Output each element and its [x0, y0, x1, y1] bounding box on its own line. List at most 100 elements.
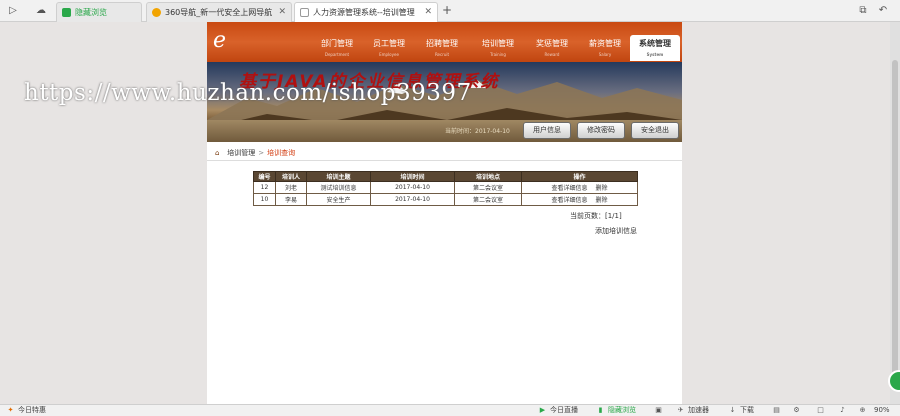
sidebar-toggle-icon[interactable]: ▷: [6, 4, 20, 18]
nav-sub-label: Department: [324, 52, 350, 57]
scrollbar[interactable]: [890, 22, 900, 404]
nav-label: 系统管理: [639, 39, 671, 48]
add-training-link[interactable]: 添加培训信息: [595, 226, 637, 236]
app-toolbar: 当前时间：2017-04-10 用户信息 修改密码 安全退出: [207, 120, 682, 142]
incognito-icon: ▮: [598, 406, 603, 414]
nav-sub-label: System: [646, 52, 664, 57]
column-header: 培训主题: [306, 171, 371, 182]
status-download[interactable]: 下载: [740, 405, 754, 416]
nav-label: 员工管理: [373, 39, 405, 48]
accelerator-icon: ✈: [677, 406, 684, 414]
nav-system[interactable]: 系统管理 System: [630, 35, 680, 61]
breadcrumb-parent[interactable]: 培训管理: [227, 149, 255, 157]
window-icon[interactable]: □: [816, 406, 825, 415]
status-incognito[interactable]: 隐藏浏览: [608, 405, 636, 416]
nav-sub-label: Salary: [598, 52, 612, 57]
close-icon[interactable]: ✕: [424, 3, 432, 22]
cell-place: 第二会议室: [454, 181, 522, 194]
nav-label: 奖惩管理: [536, 39, 568, 48]
nav-employee[interactable]: 员工管理 Employee: [364, 35, 414, 61]
view-detail-link[interactable]: 查看详细信息: [551, 185, 587, 192]
nav-sub-label: Reward: [544, 52, 560, 57]
tab-360-nav[interactable]: 360导航_新一代安全上网导航 ✕: [146, 2, 292, 22]
divider: [207, 160, 682, 161]
cell-actions: 查看详细信息 删除: [521, 193, 638, 206]
watermark-text: https://www.huzhan.com/ishop39397: [24, 80, 472, 106]
tab-title: 人力资源管理系统--培训管理: [313, 8, 415, 17]
column-header: 操作: [521, 171, 638, 182]
360-icon: [152, 8, 161, 17]
zoom-icon[interactable]: ⊕: [858, 406, 867, 415]
live-icon: ▶: [539, 406, 546, 414]
app-logo: e: [213, 28, 227, 53]
cell-actions: 查看详细信息 删除: [521, 181, 638, 194]
nav-label: 薪资管理: [589, 39, 621, 48]
cell-id: 10: [253, 193, 276, 206]
tab-incognito[interactable]: 隐藏浏览: [56, 2, 142, 22]
table-row: 10 李易 安全生产 2017-04-10 第二会议室 查看详细信息 删除: [253, 193, 638, 206]
cell-time: 2017-04-10: [370, 193, 455, 206]
training-table: 编号 培训人 培训主题 培训时间 培训地点 操作 12 刘老 测试培训信息 20…: [253, 171, 638, 206]
delete-link[interactable]: 删除: [596, 197, 608, 204]
page-icon: [300, 8, 309, 17]
scrollbar-thumb[interactable]: [892, 60, 898, 380]
current-date: 当前时间：2017-04-10: [445, 128, 510, 135]
column-header: 培训时间: [370, 171, 455, 182]
table-header-row: 编号 培训人 培训主题 培训时间 培训地点 操作: [253, 171, 638, 182]
new-tab-icon[interactable]: +: [440, 3, 454, 17]
nav-sub-label: Recruit: [434, 52, 450, 57]
browser-statusbar: ✦ 今日特惠 ▶ 今日直播 ▮ 隐藏浏览 ▣ ✈ 加速器 ↓ 下载 ▤ ⚙ □ …: [0, 404, 900, 416]
tab-title: 360导航_新一代安全上网导航: [165, 8, 273, 17]
app-header: e 部门管理 Department 员工管理 Employee 招聘管理 Recrui…: [207, 22, 682, 62]
nav-label: 招聘管理: [426, 39, 458, 48]
column-header: 培训地点: [454, 171, 522, 182]
download-icon: ↓: [729, 406, 736, 414]
screenshot-icon[interactable]: ▣: [654, 406, 663, 415]
breadcrumb: ⌂ 培训管理 > 培训查询: [215, 146, 295, 160]
restore-window-icon[interactable]: ⧉: [856, 4, 870, 18]
cell-topic: 安全生产: [306, 193, 371, 206]
status-accelerator[interactable]: 加速器: [688, 405, 709, 416]
tab-hr-system[interactable]: 人力资源管理系统--培训管理 ✕: [294, 2, 438, 22]
change-password-button[interactable]: 修改密码: [577, 122, 625, 139]
cell-person: 李易: [275, 193, 307, 206]
nav-sub-label: Training: [490, 52, 506, 57]
undo-icon[interactable]: ↶: [876, 4, 890, 18]
cell-time: 2017-04-10: [370, 181, 455, 194]
column-header: 编号: [253, 171, 276, 182]
nav-salary[interactable]: 薪资管理 Salary: [580, 35, 630, 61]
cell-topic: 测试培训信息: [306, 181, 371, 194]
nav-reward[interactable]: 奖惩管理 Reward: [527, 35, 577, 61]
nav-training[interactable]: 培训管理 Training: [473, 35, 523, 61]
nav-label: 培训管理: [482, 39, 514, 48]
browser-tabbar: ▷ ☁ 隐藏浏览 360导航_新一代安全上网导航 ✕ 人力资源管理系统--培训管…: [0, 0, 900, 22]
nav-recruit[interactable]: 招聘管理 Recruit: [417, 35, 467, 61]
breadcrumb-separator: >: [258, 149, 265, 157]
cloud-icon[interactable]: ☁: [34, 4, 48, 18]
page-indicator: 当前页数：[1/1]: [570, 212, 622, 220]
nav-department[interactable]: 部门管理 Department: [312, 35, 362, 61]
status-deals[interactable]: 今日特惠: [18, 405, 46, 416]
cell-person: 刘老: [275, 181, 307, 194]
breadcrumb-current: 培训查询: [267, 149, 296, 157]
logout-button[interactable]: 安全退出: [631, 122, 679, 139]
view-detail-link[interactable]: 查看详细信息: [551, 197, 587, 204]
user-info-button[interactable]: 用户信息: [523, 122, 571, 139]
cell-place: 第二会议室: [454, 193, 522, 206]
incognito-icon: [62, 8, 71, 17]
close-icon[interactable]: ✕: [278, 3, 286, 22]
nav-sub-label: Employee: [379, 52, 399, 57]
tools-icon[interactable]: ⚙: [792, 406, 801, 415]
image-icon[interactable]: ▤: [772, 406, 781, 415]
tab-title: 隐藏浏览: [75, 8, 107, 17]
table-row: 12 刘老 测试培训信息 2017-04-10 第二会议室 查看详细信息 删除: [253, 181, 638, 194]
delete-link[interactable]: 删除: [596, 185, 608, 192]
column-header: 培训人: [275, 171, 307, 182]
sound-icon[interactable]: ♪: [838, 406, 847, 415]
status-live[interactable]: 今日直播: [550, 405, 578, 416]
zoom-level[interactable]: 90%: [874, 405, 890, 416]
gift-icon: ✦: [7, 406, 14, 414]
nav-label: 部门管理: [321, 39, 353, 48]
home-icon: ⌂: [215, 149, 220, 157]
cell-id: 12: [253, 181, 276, 194]
